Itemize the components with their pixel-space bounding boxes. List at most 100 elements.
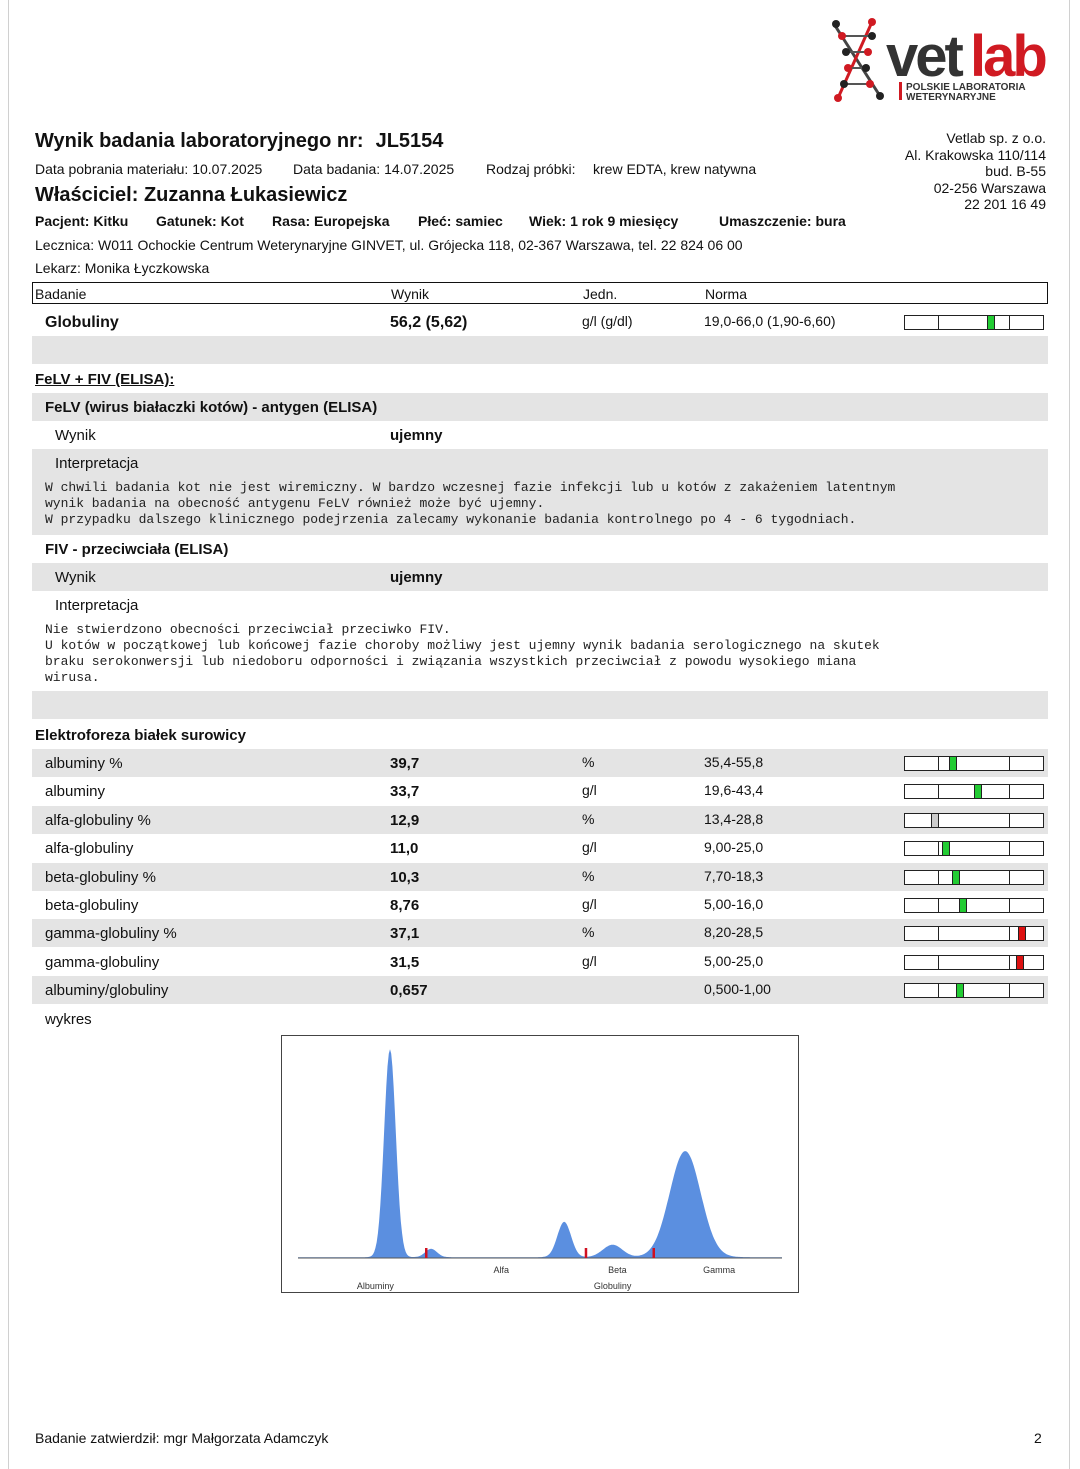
range-tick [1008,316,1010,329]
result-row-globuliny: Globuliny 56,2 (5,62) g/l (g/dl) 19,0-66… [32,308,1048,336]
svg-text:WETERYNARYJNE: WETERYNARYJNE [906,92,996,103]
test-name: albuminy % [45,755,123,772]
electrophoresis-heading: Elektroforeza białek surowicy [35,727,246,744]
fiv-result: ujemny [390,569,443,586]
col-result: Wynik [391,286,429,302]
range-tick [938,955,940,969]
result-row: beta-globuliny % 10,3% 7,70-18,3 [32,862,1048,891]
result-row: alfa-globuliny 11,0 g/l 9,00-25,0 [32,834,1048,862]
svg-text:lab: lab [970,24,1046,89]
test-norm: 9,00-25,0 [704,839,764,856]
range-tick [938,927,940,941]
test-unit: g/l [582,782,597,799]
test-norm: 19,6-43,4 [704,782,764,799]
test-result: 8,76 [390,897,420,914]
range-indicator [904,841,1044,857]
felv-result-row: Wynik ujemny [32,421,1048,449]
test-name: Globuliny [45,314,119,331]
fiv-title: FIV - przeciwciała (ELISA) [45,541,229,558]
lab-address: Vetlab sp. z o.o. Al. Krakowska 110/114 … [905,130,1046,213]
range-tick [1008,984,1010,998]
test-result: 37,1 [390,925,420,943]
test-unit: % [582,810,595,827]
felv-fiv-heading: FeLV + FIV (ELISA): [35,371,175,388]
range-indicator [904,898,1044,913]
test-date: Data badania: 14.07.2025 [293,161,455,177]
value-marker [1015,955,1024,969]
range-indicator [904,756,1044,771]
x-tick-label: Albuminy [357,1281,395,1291]
felv-title: FeLV (wirus białaczki kotów) - antygen (… [45,399,378,416]
spacer-band [32,336,1048,364]
lab-city: 02-256 Warszawa [933,179,1046,196]
felv-interpretation-text: W chwili badania kot nie jest wiremiczny… [45,480,896,527]
range-tick [1008,870,1010,884]
electrophoresis-plot: Albuminy Alfa Globuliny Beta Gamma [298,1049,782,1291]
test-norm: 0,500-1,00 [704,981,771,998]
result-row: gamma-globuliny 31,5 g/l 5,00-25,0 [32,948,1048,976]
electrophoresis-chart: Albuminy Alfa Globuliny Beta Gamma [281,1035,799,1293]
test-unit: g/l [582,896,597,912]
test-unit: % [582,867,595,884]
range-tick [938,842,940,856]
patient-name: Pacjent: Kitku [35,213,129,229]
report-number: JL5154 [375,130,444,152]
range-tick [1008,785,1010,799]
report-title: Wynik badania laboratoryjnego nr: JL5154 [35,130,444,152]
result-row: alfa-globuliny % 12,9% 13,4-28,8 [32,805,1048,834]
test-unit: % [582,924,595,941]
test-norm: 8,20-28,5 [704,924,764,941]
fiv-result-label: Wynik [55,569,96,586]
patient-species: Gatunek: Kot [156,213,244,229]
vetlab-logo: vet lab POLSKIE LABORATORIA WETERYNARYJN… [832,18,1049,103]
test-name: alfa-globuliny % [45,811,151,829]
range-tick [1008,955,1010,969]
x-tick-label: Beta [608,1265,627,1275]
test-result: 0,657 [390,982,428,1000]
range-tick [1008,813,1010,827]
range-indicator [904,926,1044,942]
felv-interp-label: Interpretacja [55,455,139,472]
chart-label: wykres [45,1011,92,1028]
test-name: albuminy/globuliny [45,982,169,1000]
test-norm: 7,70-18,3 [704,867,764,884]
test-result: 33,7 [390,783,420,801]
value-marker [958,899,967,912]
test-unit: % [582,754,595,770]
range-tick [938,870,940,884]
range-indicator [904,983,1044,999]
range-indicator [904,954,1044,970]
value-marker [949,757,958,770]
test-unit: g/l [582,839,597,856]
test-unit: g/l [582,952,597,969]
test-norm: 35,4-55,8 [704,754,764,770]
value-marker [974,785,983,799]
lab-phone: 22 201 16 49 [964,196,1046,212]
felv-result: ujemny [390,427,443,444]
electrophoresis-curve [298,1049,782,1258]
value-marker [942,842,951,856]
sample-type-label: Rodzaj próbki: [486,161,576,177]
range-tick [1008,899,1010,912]
range-tick [1008,927,1010,941]
collection-date: Data pobrania materiału: 10.07.2025 [35,161,263,177]
test-norm: 13,4-28,8 [704,810,764,827]
fiv-title-row: FIV - przeciwciała (ELISA) [32,535,1048,563]
value-marker [952,870,961,884]
lab-street: Al. Krakowska 110/114 [904,146,1046,163]
range-tick [938,899,940,912]
result-row: albuminy/globuliny 0,657 0,500-1,00 [32,976,1048,1005]
range-tick [1008,757,1010,770]
clinic: Lecznica: W011 Ochockie Centrum Weteryna… [35,237,743,253]
fiv-interp-label: Interpretacja [55,597,139,614]
results-table-header: Badanie Wynik Jedn. Norma [32,282,1048,304]
range-tick [938,757,940,770]
range-tick [938,984,940,998]
value-marker [931,813,940,827]
range-tick [1008,842,1010,856]
fiv-interpretation-text: Nie stwierdzono obecności przeciwciał pr… [45,622,880,685]
col-norm: Norma [705,286,748,302]
test-norm: 5,00-16,0 [704,896,764,912]
test-name: alfa-globuliny [45,840,134,858]
x-tick-label: Alfa [494,1265,510,1275]
